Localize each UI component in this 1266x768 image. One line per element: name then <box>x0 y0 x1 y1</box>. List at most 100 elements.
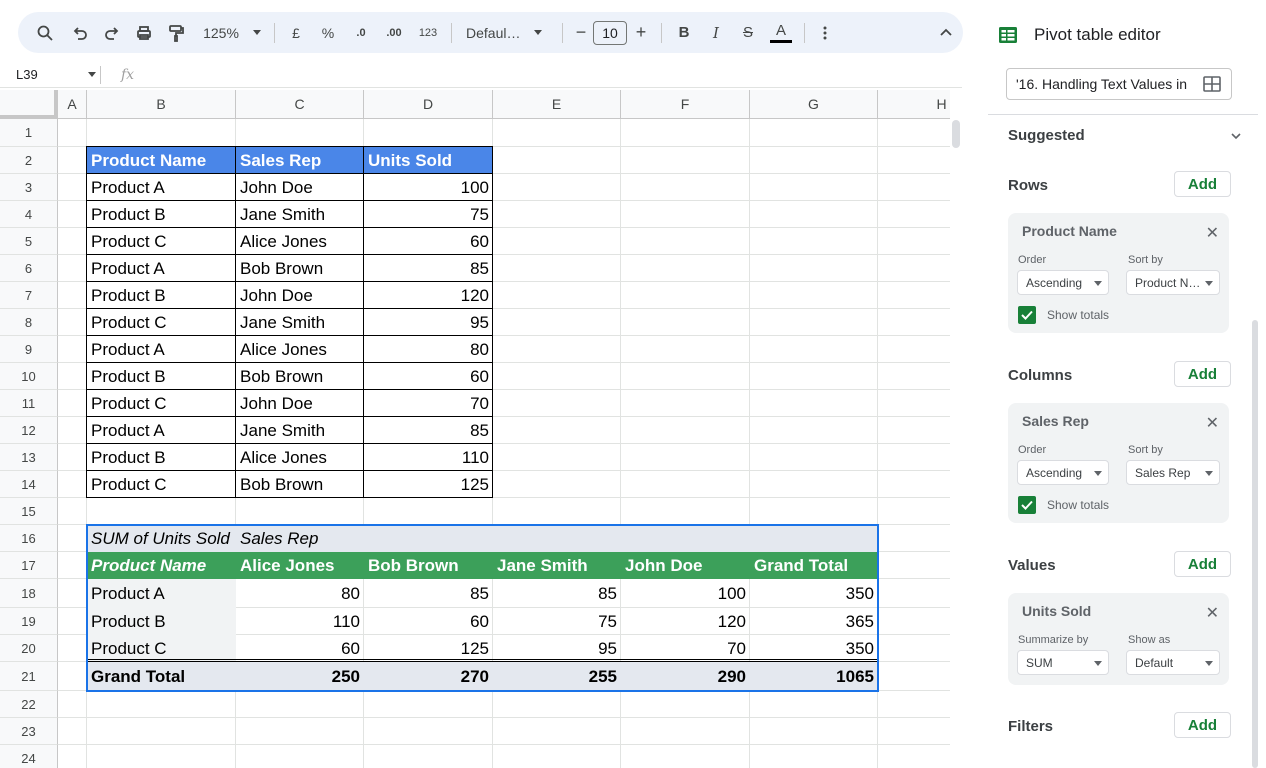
column-header-d[interactable]: D <box>364 90 493 119</box>
source-header-cell[interactable]: Units Sold <box>364 147 493 174</box>
row-header-9[interactable]: 9 <box>0 336 58 363</box>
source-cell[interactable]: 75 <box>364 201 493 228</box>
pivot-column-header[interactable]: Alice Jones <box>236 552 364 579</box>
column-header-f[interactable]: F <box>621 90 750 119</box>
percent-format-button[interactable]: % <box>311 19 345 47</box>
pivot-total-cell[interactable]: 270 <box>364 662 493 691</box>
source-cell[interactable]: 85 <box>364 417 493 444</box>
source-cell[interactable]: Product A <box>87 417 236 444</box>
paint-format-icon[interactable] <box>160 19 192 47</box>
bold-button[interactable]: B <box>668 19 700 47</box>
close-icon[interactable]: ✕ <box>1206 603 1219 623</box>
pivot-row-label[interactable]: Product C <box>87 635 236 662</box>
source-cell[interactable]: 70 <box>364 390 493 417</box>
pivot-total-label[interactable]: Grand Total <box>87 662 236 691</box>
more-options-icon[interactable] <box>811 19 839 47</box>
row-header-19[interactable]: 19 <box>0 608 58 635</box>
column-header-c[interactable]: C <box>236 90 364 119</box>
source-cell[interactable]: Bob Brown <box>236 471 364 498</box>
pivot-value-cell[interactable]: 75 <box>493 608 621 635</box>
row-header-10[interactable]: 10 <box>0 363 58 390</box>
source-cell[interactable]: Product A <box>87 255 236 282</box>
pivot-total-cell[interactable]: 255 <box>493 662 621 691</box>
row-header-13[interactable]: 13 <box>0 444 58 471</box>
select-range-icon[interactable] <box>1203 76 1221 92</box>
pivot-value-cell[interactable]: 120 <box>621 608 750 635</box>
source-cell[interactable]: 120 <box>364 282 493 309</box>
pivot-column-field[interactable]: Sales Rep <box>236 525 364 552</box>
redo-icon[interactable] <box>96 19 128 47</box>
print-icon[interactable] <box>128 19 160 47</box>
source-cell[interactable]: Product C <box>87 228 236 255</box>
increase-decimal-button[interactable]: .00 <box>377 19 411 47</box>
pivot-value-cell[interactable]: 110 <box>236 608 364 635</box>
pivot-column-header[interactable]: Jane Smith <box>493 552 621 579</box>
pivot-column-header[interactable]: Bob Brown <box>364 552 493 579</box>
row-header-21[interactable]: 21 <box>0 662 58 691</box>
source-cell[interactable]: Alice Jones <box>236 444 364 471</box>
font-family-select[interactable]: Defaul… <box>458 19 556 47</box>
source-cell[interactable]: Product C <box>87 471 236 498</box>
row-header-18[interactable]: 18 <box>0 579 58 608</box>
pivot-value-cell[interactable]: 85 <box>364 579 493 608</box>
select-all-corner[interactable] <box>0 90 58 119</box>
source-cell[interactable]: John Doe <box>236 282 364 309</box>
source-cell[interactable]: Bob Brown <box>236 363 364 390</box>
undo-icon[interactable] <box>64 19 96 47</box>
column-header-g[interactable]: G <box>750 90 878 119</box>
close-icon[interactable]: ✕ <box>1206 223 1219 243</box>
source-cell[interactable]: Alice Jones <box>236 228 364 255</box>
source-cell[interactable]: 125 <box>364 471 493 498</box>
source-header-cell[interactable]: Sales Rep <box>236 147 364 174</box>
add-row-button[interactable]: Add <box>1174 171 1231 197</box>
number-format-button[interactable]: 123 <box>411 19 445 47</box>
source-cell[interactable]: Jane Smith <box>236 201 364 228</box>
source-cell[interactable]: Product A <box>87 336 236 363</box>
strikethrough-button[interactable]: S <box>732 19 764 47</box>
pivot-total-cell[interactable]: 290 <box>621 662 750 691</box>
row-header-11[interactable]: 11 <box>0 390 58 417</box>
row-header-22[interactable]: 22 <box>0 691 58 718</box>
font-size-input[interactable]: 10 <box>593 20 627 45</box>
pivot-value-cell[interactable]: 60 <box>236 635 364 662</box>
row-header-5[interactable]: 5 <box>0 228 58 255</box>
row-header-16[interactable]: 16 <box>0 525 58 552</box>
search-icon[interactable] <box>32 19 58 47</box>
source-cell[interactable]: 110 <box>364 444 493 471</box>
panel-scrollbar[interactable] <box>1252 320 1258 768</box>
italic-button[interactable]: I <box>700 19 732 47</box>
add-value-button[interactable]: Add <box>1174 551 1231 577</box>
column-header-e[interactable]: E <box>493 90 621 119</box>
text-color-button[interactable]: A <box>764 19 798 47</box>
source-cell[interactable]: Product B <box>87 363 236 390</box>
pivot-row-label[interactable]: Product B <box>87 608 236 635</box>
source-cell[interactable]: 80 <box>364 336 493 363</box>
pivot-value-cell[interactable]: 60 <box>364 608 493 635</box>
row-header-15[interactable]: 15 <box>0 498 58 525</box>
source-cell[interactable]: Product B <box>87 282 236 309</box>
source-cell[interactable]: Bob Brown <box>236 255 364 282</box>
close-icon[interactable]: ✕ <box>1206 413 1219 433</box>
chevron-down-icon[interactable] <box>1230 131 1242 141</box>
source-cell[interactable]: 60 <box>364 363 493 390</box>
pivot-value-label[interactable]: SUM of Units Sold <box>87 525 236 552</box>
pivot-label-cell[interactable] <box>364 525 493 552</box>
row-header-1[interactable]: 1 <box>0 119 58 147</box>
source-cell[interactable]: Jane Smith <box>236 309 364 336</box>
pivot-label-cell[interactable] <box>750 525 878 552</box>
row-header-8[interactable]: 8 <box>0 309 58 336</box>
sortby-select[interactable]: Product N… <box>1126 270 1220 295</box>
source-header-cell[interactable]: Product Name <box>87 147 236 174</box>
source-cell[interactable]: Alice Jones <box>236 336 364 363</box>
source-cell[interactable]: 95 <box>364 309 493 336</box>
pivot-column-header[interactable]: John Doe <box>621 552 750 579</box>
source-cell[interactable]: Product C <box>87 309 236 336</box>
column-header-b[interactable]: B <box>87 90 236 119</box>
pivot-value-cell[interactable]: 125 <box>364 635 493 662</box>
pivot-value-cell[interactable]: 85 <box>493 579 621 608</box>
source-cell[interactable]: 85 <box>364 255 493 282</box>
pivot-value-cell[interactable]: 70 <box>621 635 750 662</box>
summarize-select[interactable]: SUM <box>1017 650 1109 675</box>
add-column-button[interactable]: Add <box>1174 361 1231 387</box>
add-filter-button[interactable]: Add <box>1174 712 1231 738</box>
